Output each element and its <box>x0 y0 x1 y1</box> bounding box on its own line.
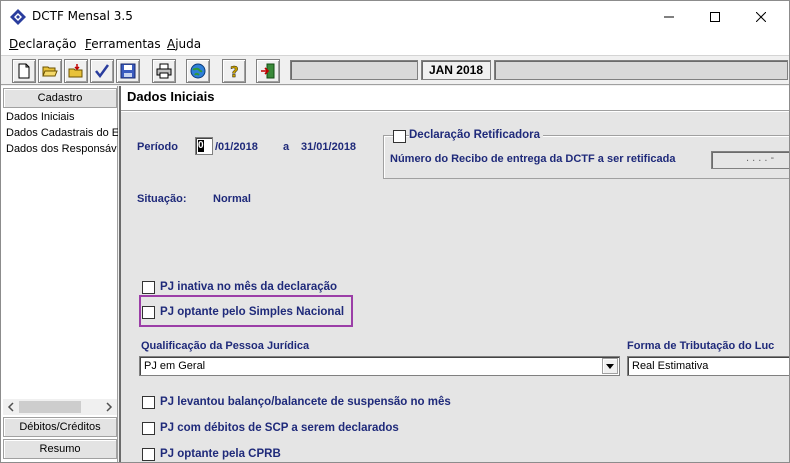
menu-ferramentas[interactable]: Ferramentas <box>85 37 161 51</box>
exit-door-icon <box>261 63 275 79</box>
pj-cprb-label: PJ optante pela CPRB <box>160 448 281 460</box>
minimize-icon <box>664 16 674 18</box>
transmit-button[interactable] <box>186 59 210 83</box>
toolbar: ? JAN 2018 <box>1 55 789 85</box>
new-file-button[interactable] <box>12 59 36 83</box>
validate-button[interactable] <box>90 59 114 83</box>
scroll-right-icon[interactable] <box>104 402 114 412</box>
open-folder-button[interactable] <box>38 59 62 83</box>
status-field-left <box>290 60 418 80</box>
maximize-button[interactable] <box>692 1 738 33</box>
panel-header: Dados Iniciais <box>121 86 789 110</box>
periodo-day-input[interactable]: 01 <box>195 137 213 155</box>
pj-balanco-label: PJ levantou balanço/balancete de suspens… <box>160 396 451 408</box>
help-button[interactable]: ? <box>222 59 246 83</box>
status-field-right <box>494 60 788 80</box>
print-button[interactable] <box>152 59 176 83</box>
tributacao-select[interactable]: Real Estimativa <box>627 356 789 376</box>
nav-horizontal-scrollbar[interactable] <box>3 399 117 415</box>
open-folder-icon <box>42 66 58 77</box>
page-title: Dados Iniciais <box>127 89 215 104</box>
save-button[interactable] <box>116 59 140 83</box>
pj-simples-checkbox[interactable] <box>142 306 155 319</box>
close-button[interactable] <box>738 1 784 33</box>
scroll-left-icon[interactable] <box>6 402 16 412</box>
menu-bar: Declaração Ferramentas Ajuda <box>1 33 789 55</box>
main-panel: Dados Iniciais Período 01 /01/2018 a 31/… <box>119 86 789 462</box>
situacao-label: Situação: <box>137 193 187 205</box>
nav-item-dados-responsaveis[interactable]: Dados dos Responsáv <box>6 143 118 155</box>
qualificacao-value: PJ em Geral <box>144 360 206 372</box>
competence-month: JAN 2018 <box>421 60 491 80</box>
pj-balanco-checkbox[interactable] <box>142 396 155 409</box>
pj-scp-label: PJ com débitos de SCP a serem declarados <box>160 422 399 434</box>
save-disk-icon <box>120 63 136 79</box>
maximize-icon <box>710 12 720 22</box>
nav-resumo-header[interactable]: Resumo <box>3 439 117 459</box>
close-icon <box>756 12 766 22</box>
pj-scp-checkbox[interactable] <box>142 422 155 435</box>
menu-declaracao[interactable]: Declaração <box>9 37 77 51</box>
import-button[interactable] <box>64 59 88 83</box>
scroll-thumb[interactable] <box>19 401 81 413</box>
window-title: DCTF Mensal 3.5 <box>32 9 133 23</box>
pj-simples-label: PJ optante pelo Simples Nacional <box>160 306 345 318</box>
tributacao-value: Real Estimativa <box>632 360 709 372</box>
app-logo-icon <box>10 9 26 25</box>
periodo-separator: a <box>283 141 290 153</box>
retificadora-label: Declaração Retificadora <box>409 129 544 141</box>
svg-text:?: ? <box>230 63 239 79</box>
nav-cadastro-header[interactable]: Cadastro <box>3 88 117 108</box>
left-navigation: Cadastro Dados Iniciais Dados Cadastrais… <box>1 86 118 462</box>
title-bar: DCTF Mensal 3.5 <box>1 1 789 33</box>
situacao-value: Normal <box>213 193 251 205</box>
nav-debitos-creditos-header[interactable]: Débitos/Créditos <box>3 417 117 437</box>
qualificacao-label: Qualificação da Pessoa Jurídica <box>141 340 310 352</box>
nav-item-dados-cadastrais[interactable]: Dados Cadastrais do E <box>6 127 118 139</box>
chevron-down-icon[interactable] <box>602 358 618 374</box>
retificadora-checkbox[interactable] <box>393 130 406 143</box>
print-icon <box>156 63 172 79</box>
periodo-day-value: 01 <box>198 140 210 152</box>
header-divider <box>121 110 789 112</box>
pj-inativa-checkbox[interactable] <box>142 281 155 294</box>
minimize-button[interactable] <box>646 1 692 33</box>
import-icon <box>68 64 83 78</box>
pj-cprb-checkbox[interactable] <box>142 448 155 461</box>
exit-button[interactable] <box>256 59 280 83</box>
periodo-end: 31/01/2018 <box>301 141 357 153</box>
pj-inativa-label: PJ inativa no mês da declaração <box>160 281 338 293</box>
globe-transmit-icon <box>190 63 206 79</box>
nav-item-dados-iniciais[interactable]: Dados Iniciais <box>6 111 118 123</box>
help-icon: ? <box>230 63 239 79</box>
tributacao-label: Forma de Tributação do Luc <box>627 340 775 352</box>
menu-ajuda[interactable]: Ajuda <box>167 37 201 51</box>
recibo-input[interactable]: . . . . - <box>711 151 789 169</box>
app-window: DCTF Mensal 3.5 Declaração Ferramentas A… <box>0 0 790 463</box>
validate-check-icon <box>95 64 110 79</box>
periodo-start-rest: /01/2018 <box>215 141 258 153</box>
new-file-icon <box>18 63 30 79</box>
recibo-label: Número do Recibo de entrega da DCTF a se… <box>390 153 676 165</box>
periodo-label: Período <box>137 141 178 153</box>
qualificacao-select[interactable]: PJ em Geral <box>139 356 620 376</box>
